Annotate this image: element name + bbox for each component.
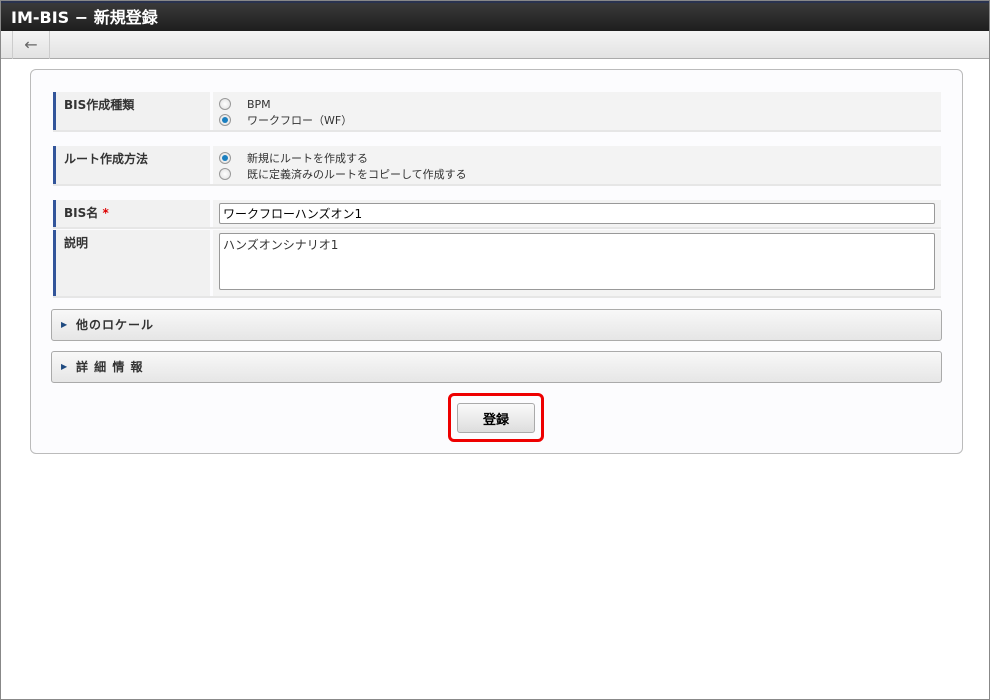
description-row: 説明 ハンズオンシナリオ1 [53,230,941,298]
other-locale-section[interactable]: ▶ 他のロケール [51,309,942,341]
radio-button[interactable] [219,168,231,180]
bis-type-label: BIS作成種類 [53,92,210,130]
radio-button[interactable] [219,152,231,164]
expand-triangle-icon: ▶ [61,362,69,371]
description-textarea[interactable]: ハンズオンシナリオ1 [219,233,935,290]
section-title: 他のロケール [76,318,155,332]
radio-copy-route[interactable]: 既に定義済みのルートをコピーして作成する [219,166,935,182]
form-panel: BIS作成種類 BPM ワークフロー（WF） ルート作成方法 新規にルートを作成… [30,69,963,454]
register-highlight: 登録 [448,393,544,442]
required-mark: * [102,206,109,220]
radio-button[interactable] [219,114,231,126]
back-arrow-icon: ← [24,35,38,54]
radio-bpm[interactable]: BPM [219,96,935,112]
page-title: 新規登録 [93,8,158,27]
radio-label: 新規にルートを作成する [247,152,368,165]
title-bar: IM-BIS − 新規登録 [1,1,989,31]
radio-button[interactable] [219,98,231,110]
bis-type-row: BIS作成種類 BPM ワークフロー（WF） [53,92,941,132]
route-method-label: ルート作成方法 [53,146,210,184]
register-button[interactable]: 登録 [457,403,535,433]
label-text: BIS名 [64,206,99,220]
description-label: 説明 [53,230,210,296]
radio-label: BPM [247,97,271,111]
title-separator: − [69,8,94,27]
radio-workflow[interactable]: ワークフロー（WF） [219,112,935,128]
bis-name-row: BIS名 * [53,200,941,229]
expand-triangle-icon: ▶ [61,320,69,329]
bis-name-label: BIS名 * [53,200,210,227]
bis-name-input[interactable] [219,203,935,224]
route-method-row: ルート作成方法 新規にルートを作成する 既に定義済みのルートをコピーして作成する [53,146,941,186]
back-button[interactable]: ← [12,31,50,59]
toolbar: ← [1,31,989,59]
radio-new-route[interactable]: 新規にルートを作成する [219,150,935,166]
details-section[interactable]: ▶ 詳 細 情 報 [51,351,942,383]
radio-label: 既に定義済みのルートをコピーして作成する [247,168,467,181]
app-name: IM-BIS [11,8,70,27]
section-title: 詳 細 情 報 [76,360,144,374]
radio-label: ワークフロー（WF） [247,114,353,127]
